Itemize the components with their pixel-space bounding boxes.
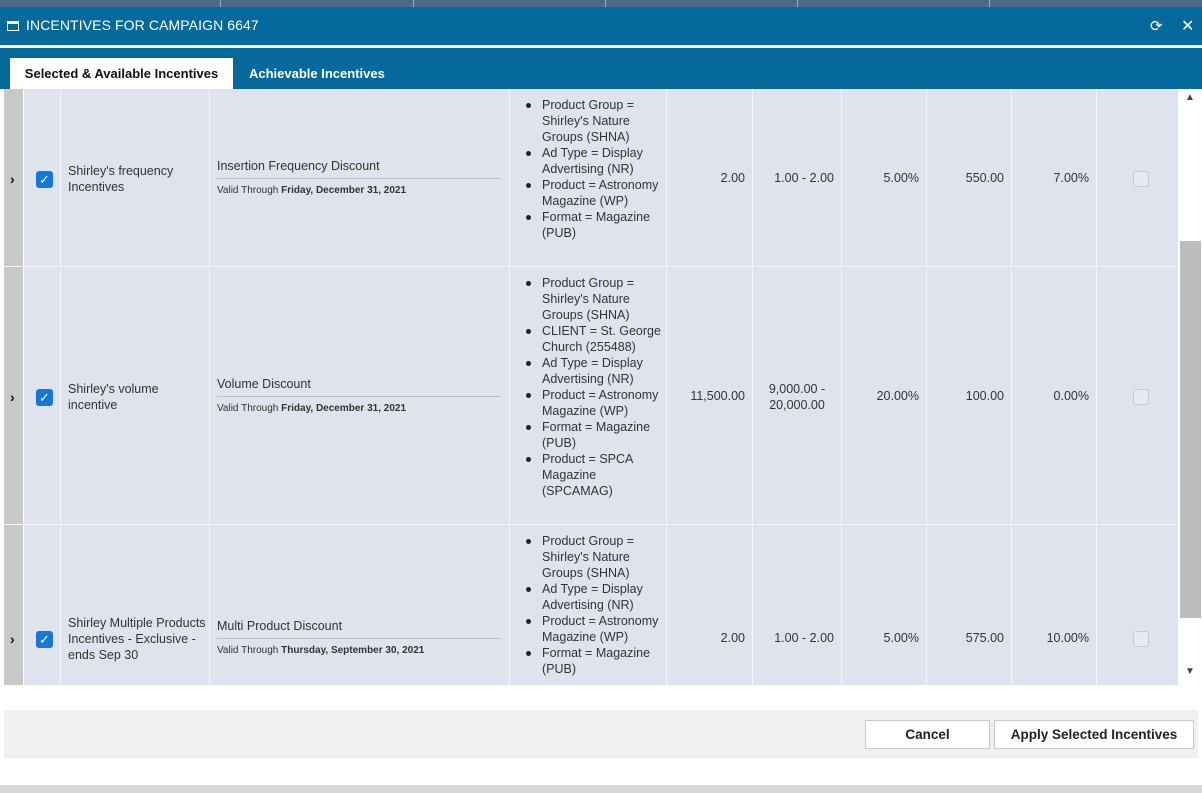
- chevron-right-icon[interactable]: ›: [10, 171, 15, 187]
- actual-value: 2.00: [720, 171, 745, 185]
- criteria-item: Product Group = Shirley's Nature Groups …: [520, 97, 664, 145]
- bg-divider: [413, 0, 414, 7]
- amount-value: 575.00: [965, 631, 1004, 645]
- row-checkbox[interactable]: ✓: [36, 631, 53, 648]
- criteria-list: Product Group = Shirley's Nature Groups …: [520, 97, 664, 241]
- range-value-line2: 20,000.00: [769, 398, 825, 412]
- expand-cell[interactable]: ›: [4, 525, 24, 685]
- incentives-grid: › ✓ Shirley's frequency Incentives Inser…: [4, 89, 1178, 685]
- close-icon[interactable]: ✕: [1181, 16, 1194, 36]
- criteria-item: Product Group = Shirley's Nature Groups …: [520, 533, 664, 581]
- bg-divider: [797, 0, 798, 7]
- row-option-checkbox[interactable]: [1133, 389, 1149, 405]
- tab-selected-available[interactable]: Selected & Available Incentives: [10, 58, 233, 89]
- criteria-item: Ad Type = Display Advertising (NR): [520, 145, 664, 177]
- table-row: › ✓ Shirley's frequency Incentives Inser…: [4, 89, 1178, 267]
- dialog-title: INCENTIVES FOR CAMPAIGN 6647: [26, 17, 259, 33]
- background-app-bottom: [0, 785, 1202, 793]
- bg-divider: [605, 0, 606, 7]
- criteria-item: Format = Magazine (PUB): [520, 645, 664, 677]
- criteria-item: Format = Magazine (PUB): [520, 209, 664, 241]
- criteria-item: Product Group = Shirley's Nature Groups …: [520, 275, 664, 323]
- actual-value: 2.00: [720, 631, 745, 645]
- criteria-item: Format = Magazine (PUB): [520, 419, 664, 451]
- criteria-item: Product = Astronomy Magazine (WP): [520, 387, 664, 419]
- valid-through: Valid Through Friday, December 31, 2021: [217, 403, 407, 414]
- row-option-checkbox[interactable]: [1133, 171, 1149, 187]
- incentive-name: Shirley's volume incentive: [68, 382, 159, 412]
- percent2-value: 0.00%: [1053, 389, 1089, 403]
- table-row: › ✓ Shirley's volume incentive Volume Di…: [4, 267, 1178, 525]
- incentive-type: Multi Product Discount: [217, 619, 501, 639]
- bg-divider: [220, 0, 221, 7]
- criteria-item: CLIENT = St. George Church (255488): [520, 323, 664, 355]
- incentive-type: Volume Discount: [217, 377, 501, 397]
- amount-value: 550.00: [965, 171, 1004, 185]
- percent-value: 20.00%: [876, 389, 919, 403]
- expand-cell[interactable]: ›: [4, 267, 24, 524]
- percent-value: 5.00%: [883, 631, 919, 645]
- percent2-value: 10.00%: [1046, 631, 1089, 645]
- tab-bar: Selected & Available Incentives Achievab…: [0, 45, 1202, 89]
- row-checkbox[interactable]: ✓: [36, 171, 53, 188]
- window-icon: [7, 21, 19, 31]
- row-option-checkbox[interactable]: [1133, 631, 1149, 647]
- scroll-down-arrow-icon[interactable]: ▼: [1185, 666, 1195, 677]
- tab-achievable[interactable]: Achievable Incentives: [249, 58, 385, 89]
- criteria-item: Product = SPCA Magazine (SPCAMAG): [520, 451, 664, 499]
- criteria-item: Product = Astronomy Magazine (WP): [520, 613, 664, 645]
- criteria-list: Product Group = Shirley's Nature Groups …: [520, 275, 664, 499]
- percent-value: 5.00%: [883, 171, 919, 185]
- bg-divider: [989, 0, 990, 7]
- chevron-right-icon[interactable]: ›: [10, 389, 15, 405]
- scroll-up-arrow-icon[interactable]: ▲: [1185, 92, 1195, 103]
- cancel-button[interactable]: Cancel: [865, 720, 990, 749]
- row-checkbox[interactable]: ✓: [36, 389, 53, 406]
- expand-cell[interactable]: ›: [4, 89, 24, 266]
- background-app-strip: [0, 0, 1202, 7]
- criteria-item: Ad Type = Display Advertising (NR): [520, 581, 664, 613]
- chevron-right-icon[interactable]: ›: [10, 631, 15, 647]
- table-row: › ✓ Shirley Multiple Products Incentives…: [4, 525, 1178, 685]
- criteria-list: Product Group = Shirley's Nature Groups …: [520, 533, 664, 677]
- refresh-icon[interactable]: ⟳: [1150, 17, 1163, 35]
- criteria-item: Product = Astronomy Magazine (WP): [520, 177, 664, 209]
- scrollbar-thumb[interactable]: [1180, 241, 1201, 618]
- actual-value: 11,500.00: [690, 389, 745, 403]
- range-value: 1.00 - 2.00: [774, 631, 834, 645]
- percent2-value: 7.00%: [1053, 171, 1089, 185]
- range-value-line1: 9,000.00 -: [768, 382, 826, 396]
- criteria-item: Ad Type = Display Advertising (NR): [520, 355, 664, 387]
- valid-through: Valid Through Friday, December 31, 2021: [217, 185, 407, 196]
- apply-selected-incentives-button[interactable]: Apply Selected Incentives: [994, 720, 1194, 749]
- valid-through: Valid Through Thursday, September 30, 20…: [217, 645, 425, 656]
- dialog-titlebar: INCENTIVES FOR CAMPAIGN 6647 ⟳ ✕: [0, 7, 1202, 45]
- amount-value: 100.00: [965, 389, 1004, 403]
- incentive-name: Shirley Multiple Products Incentives - E…: [68, 616, 206, 662]
- range-value: 1.00 - 2.00: [774, 171, 834, 185]
- incentive-type: Insertion Frequency Discount: [217, 159, 501, 179]
- incentive-name: Shirley's frequency Incentives: [68, 164, 174, 194]
